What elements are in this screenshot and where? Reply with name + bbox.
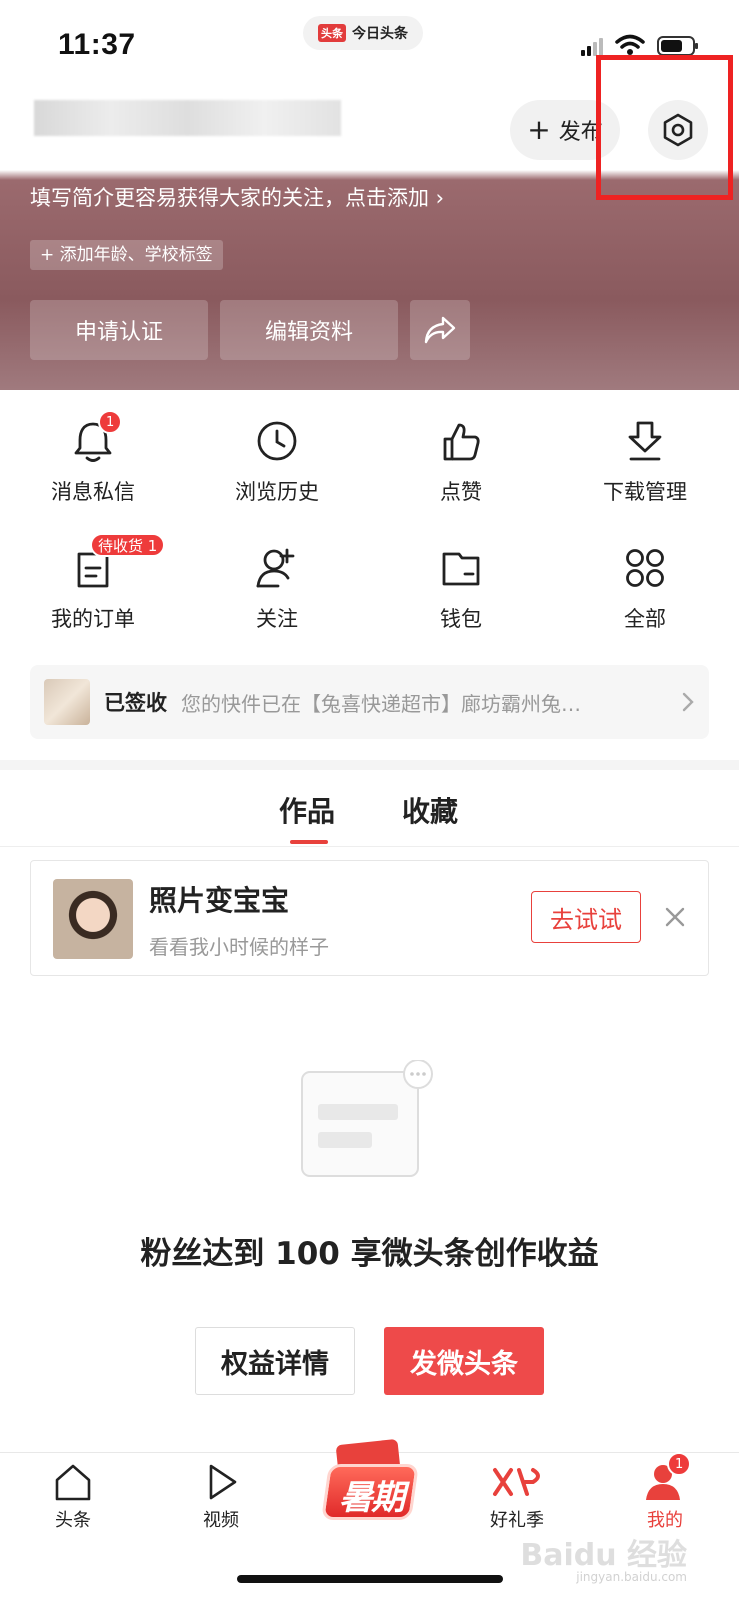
- tab-divider: [0, 846, 739, 847]
- nav-label: 视频: [203, 1510, 239, 1531]
- share-button[interactable]: [410, 300, 470, 360]
- rights-details-button[interactable]: 权益详情: [195, 1327, 355, 1395]
- home-indicator: [237, 1575, 503, 1583]
- nav-home[interactable]: 头条: [18, 1462, 128, 1542]
- battery-icon: [657, 36, 698, 56]
- gift-season-icon: [493, 1468, 540, 1496]
- promo-subtitle: 看看我小时候的样子: [149, 935, 329, 959]
- try-button[interactable]: 去试试: [531, 891, 641, 943]
- verify-button[interactable]: 申请认证: [30, 300, 208, 360]
- section-divider: [0, 760, 739, 770]
- grid-item-label: 浏览历史: [235, 480, 319, 504]
- bell-icon: 1: [68, 410, 123, 466]
- profile-badge: 1: [667, 1452, 692, 1476]
- thumbs-up-icon: [436, 416, 486, 466]
- highlight-annotation-box: [596, 55, 733, 200]
- summer-logo: 暑期: [319, 1438, 419, 1528]
- add-user-icon: [252, 543, 302, 593]
- promo-card[interactable]: 照片变宝宝 看看我小时候的样子 去试试: [30, 860, 709, 976]
- promo-title: 照片变宝宝: [149, 884, 290, 917]
- nav-label: 我的: [647, 1510, 683, 1531]
- nav-summer[interactable]: 暑期: [314, 1438, 424, 1532]
- grid-item-orders[interactable]: 待收货 1 我的订单: [18, 533, 168, 653]
- active-tab-indicator: [290, 840, 328, 844]
- status-time: 11:37: [58, 28, 136, 61]
- pending-delivery-badge: 待收货 1: [90, 533, 166, 557]
- grid-item-label: 关注: [256, 607, 298, 631]
- baby-photo: [53, 879, 133, 959]
- signal-icon: [581, 38, 603, 56]
- app-name: 今日头条: [352, 26, 408, 42]
- clock-icon: [252, 416, 302, 466]
- grid-item-following[interactable]: 关注: [202, 543, 352, 653]
- grid-item-messages[interactable]: 1 消息私信: [18, 410, 168, 526]
- grid-item-label: 我的订单: [51, 607, 135, 631]
- order-icon: 待收货 1: [68, 533, 166, 593]
- plus-icon: +: [527, 113, 551, 146]
- wallet-icon: [436, 543, 486, 593]
- tab-favorites[interactable]: 收藏: [402, 790, 458, 830]
- nav-label: 头条: [55, 1510, 91, 1531]
- back-to-app-pill[interactable]: 头条 今日头条: [303, 16, 423, 50]
- download-icon: [620, 416, 670, 466]
- home-icon: [55, 1464, 91, 1501]
- grid-item-downloads[interactable]: 下载管理: [570, 416, 720, 526]
- grid-item-label: 消息私信: [51, 480, 135, 504]
- share-icon: [424, 316, 456, 344]
- add-tag-chip[interactable]: + 添加年龄、学校标签: [30, 240, 223, 270]
- notification-badge: 1: [98, 410, 123, 434]
- fans-goal-message: 粉丝达到 100 享微头条创作收益: [140, 1236, 599, 1272]
- empty-state-illustration: [301, 1060, 433, 1177]
- close-icon[interactable]: [655, 897, 695, 937]
- baidu-watermark: Baidu 经验: [520, 1538, 687, 1573]
- play-icon: [209, 1464, 237, 1500]
- status-icons: [581, 32, 698, 56]
- nav-label: 好礼季: [490, 1510, 544, 1531]
- blurred-username: [34, 100, 341, 136]
- grid-item-history[interactable]: 浏览历史: [202, 416, 352, 526]
- grid-item-label: 全部: [624, 607, 666, 631]
- summer-logo-text: 暑期: [339, 1478, 405, 1518]
- baidu-watermark-url: jingyan.baidu.com: [576, 1570, 687, 1584]
- grid-item-label: 下载管理: [603, 480, 687, 504]
- delivery-text: 您的快件已在【兔喜快递超市】廊坊霸州兔…: [181, 691, 581, 716]
- grid-item-wallet[interactable]: 钱包: [386, 543, 536, 653]
- package-thumbnail: [44, 679, 90, 725]
- delivery-notice[interactable]: 已签收 您的快件已在【兔喜快递超市】廊坊霸州兔…: [30, 665, 709, 739]
- grid-icon: [620, 543, 670, 593]
- wifi-icon: [615, 34, 645, 55]
- profile-icon: 1: [643, 1452, 692, 1502]
- grid-item-all[interactable]: 全部: [570, 543, 720, 653]
- grid-item-label: 钱包: [440, 607, 482, 631]
- tab-works[interactable]: 作品: [279, 790, 335, 830]
- delivery-status: 已签收: [104, 691, 167, 715]
- grid-item-label: 点赞: [440, 480, 482, 504]
- bio-prompt[interactable]: 填写简介更容易获得大家的关注，点击添加 ›: [30, 182, 444, 212]
- grid-item-likes[interactable]: 点赞: [386, 416, 536, 526]
- toutiao-logo: 头条: [318, 24, 346, 42]
- edit-profile-button[interactable]: 编辑资料: [220, 300, 398, 360]
- nav-video[interactable]: 视频: [166, 1462, 276, 1542]
- chevron-right-icon: [682, 692, 694, 712]
- post-micro-headline-button[interactable]: 发微头条: [384, 1327, 544, 1395]
